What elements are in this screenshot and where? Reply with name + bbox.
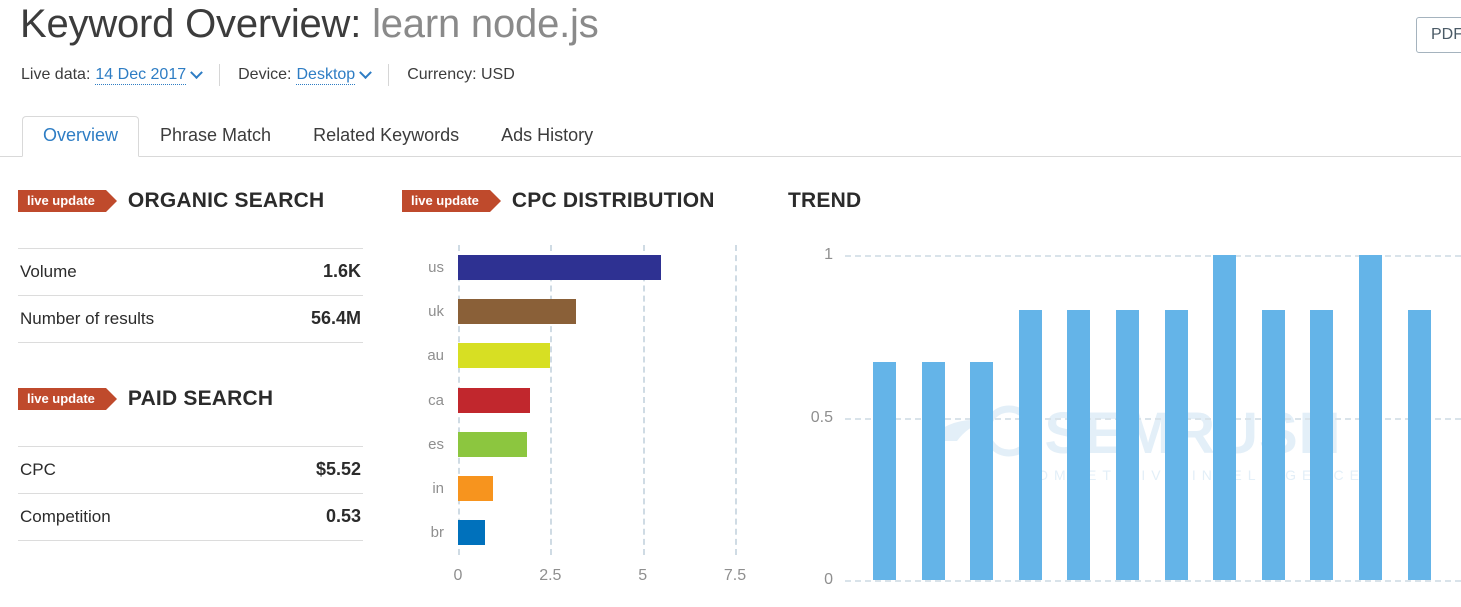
cpc-x-tick-label: 2.5 — [539, 567, 562, 584]
trend-bar[interactable] — [1213, 255, 1237, 580]
cpc-distribution-chart: 0 2.5 5 7.5 us uk au ca es in br — [405, 240, 755, 590]
trend-plot-area: SEMRUSH COMPETITIVE INTELLIGENCE 0 0.5 1 — [811, 246, 1461, 588]
currency-group: Currency: USD — [407, 66, 515, 84]
trend-bar[interactable] — [1407, 310, 1431, 580]
cpc-bar-row: br — [431, 520, 735, 546]
table-row: Competition 0.53 — [18, 493, 363, 541]
cpc-bar[interactable] — [458, 298, 577, 324]
tab-overview[interactable]: Overview — [22, 116, 140, 157]
metric-value: 0.53 — [325, 506, 361, 526]
meta-divider-2 — [388, 64, 390, 86]
cpc-bar[interactable] — [458, 254, 662, 280]
keyword-overview-page: Keyword Overview: learn node.js Live dat… — [0, 0, 1461, 607]
page-title-keyword: learn node.js — [372, 2, 599, 46]
live-data-value: 14 Dec 2017 — [95, 65, 187, 83]
cpc-x-tick-label: 0 — [453, 567, 463, 584]
cpc-bar-row: in — [432, 476, 735, 502]
cpc-gridline — [735, 245, 737, 555]
live-update-badge: live update — [18, 388, 117, 410]
cpc-bar-row: ca — [428, 387, 735, 413]
metric-value: 1.6K — [322, 261, 361, 281]
trend-header: TREND — [788, 189, 861, 213]
paid-search-header: live update PAID SEARCH — [18, 387, 273, 411]
cpc-x-tick-label: 7.5 — [723, 567, 747, 584]
cpc-category-label: au — [427, 347, 444, 365]
live-update-badge: live update — [18, 190, 117, 212]
trend-bar[interactable] — [921, 362, 945, 580]
table-row: CPC $5.52 — [18, 446, 363, 494]
paid-search-table: CPC $5.52 Competition 0.53 — [18, 446, 363, 541]
cpc-category-label: us — [428, 258, 444, 276]
trend-bar[interactable] — [1164, 310, 1188, 580]
metric-label: Volume — [20, 261, 77, 281]
paid-search-title: PAID SEARCH — [127, 387, 274, 410]
cpc-category-label: br — [430, 524, 444, 542]
cpc-bar[interactable] — [458, 431, 528, 457]
live-data-group: Live data: 14 Dec 2017 — [21, 65, 203, 85]
tab-related-keywords[interactable]: Related Keywords — [292, 116, 480, 157]
table-row: Volume 1.6K — [18, 248, 363, 296]
cpc-category-label: ca — [428, 391, 444, 409]
device-dropdown[interactable]: Desktop — [296, 65, 356, 85]
live-data-dropdown[interactable]: 14 Dec 2017 — [95, 65, 187, 85]
page-title-prefix: Keyword Overview: — [20, 2, 373, 46]
metric-value: $5.52 — [315, 459, 361, 479]
metric-label: Number of results — [20, 308, 155, 328]
cpc-category-label: es — [428, 435, 444, 453]
chevron-down-icon[interactable] — [359, 65, 373, 79]
trend-y-tick-label: 1 — [824, 246, 833, 263]
cpc-distribution-title: CPC DISTRIBUTION — [511, 189, 715, 212]
organic-search-table: Volume 1.6K Number of results 56.4M — [18, 248, 363, 343]
tab-ads-history[interactable]: Ads History — [480, 116, 614, 157]
trend-bar[interactable] — [1116, 310, 1139, 580]
cpc-bar-row: au — [427, 343, 735, 369]
page-title: Keyword Overview: learn node.js — [20, 2, 599, 47]
live-update-badge: live update — [402, 190, 501, 212]
currency-label: Currency: USD — [407, 66, 515, 83]
metric-label: Competition — [20, 506, 111, 526]
cpc-category-label: uk — [428, 302, 444, 320]
trend-gridline — [845, 580, 1461, 582]
cpc-category-label: in — [432, 480, 444, 498]
cpc-bar-row: uk — [428, 298, 735, 324]
meta-divider-1 — [219, 64, 221, 86]
trend-title: TREND — [788, 189, 862, 212]
cpc-bar-row: us — [428, 254, 735, 280]
metric-value: 56.4M — [310, 308, 361, 328]
tab-bar: Overview Phrase Match Related Keywords A… — [0, 115, 1461, 157]
cpc-bar[interactable] — [458, 343, 551, 369]
cpc-distribution-header: live update CPC DISTRIBUTION — [402, 189, 715, 213]
meta-bar: Live data: 14 Dec 2017 Device: Desktop C… — [21, 64, 515, 86]
cpc-bar[interactable] — [458, 520, 485, 546]
trend-y-tick-label: 0.5 — [810, 408, 833, 426]
cpc-bar[interactable] — [458, 476, 493, 502]
table-row: Number of results 56.4M — [18, 295, 363, 343]
cpc-plot-area: 0 2.5 5 7.5 us uk au ca es in br — [427, 245, 746, 584]
tab-phrase-match[interactable]: Phrase Match — [139, 116, 292, 157]
cpc-x-tick-label: 5 — [638, 567, 648, 584]
trend-bar[interactable] — [1018, 310, 1042, 580]
trend-bar[interactable] — [1067, 310, 1091, 580]
export-pdf-button[interactable]: PDF — [1416, 17, 1461, 53]
trend-bar[interactable] — [970, 362, 994, 580]
organic-search-header: live update ORGANIC SEARCH — [18, 189, 324, 213]
organic-search-title: ORGANIC SEARCH — [127, 189, 325, 212]
cpc-bar-row: es — [428, 431, 735, 457]
cpc-bar[interactable] — [458, 387, 531, 413]
metric-label: CPC — [20, 459, 56, 479]
live-data-label: Live data: — [21, 66, 91, 83]
device-value: Desktop — [296, 65, 356, 83]
chevron-down-icon[interactable] — [190, 65, 203, 79]
device-label: Device: — [238, 66, 292, 83]
trend-bar[interactable] — [1310, 310, 1334, 580]
trend-bar[interactable] — [1261, 310, 1285, 580]
trend-bar[interactable] — [1359, 255, 1382, 580]
trend-chart: SEMRUSH COMPETITIVE INTELLIGENCE 0 0.5 1 — [790, 240, 1461, 590]
trend-bar[interactable] — [873, 362, 896, 580]
trend-y-tick-label: 0 — [824, 571, 833, 588]
device-group: Device: Desktop — [238, 65, 373, 85]
